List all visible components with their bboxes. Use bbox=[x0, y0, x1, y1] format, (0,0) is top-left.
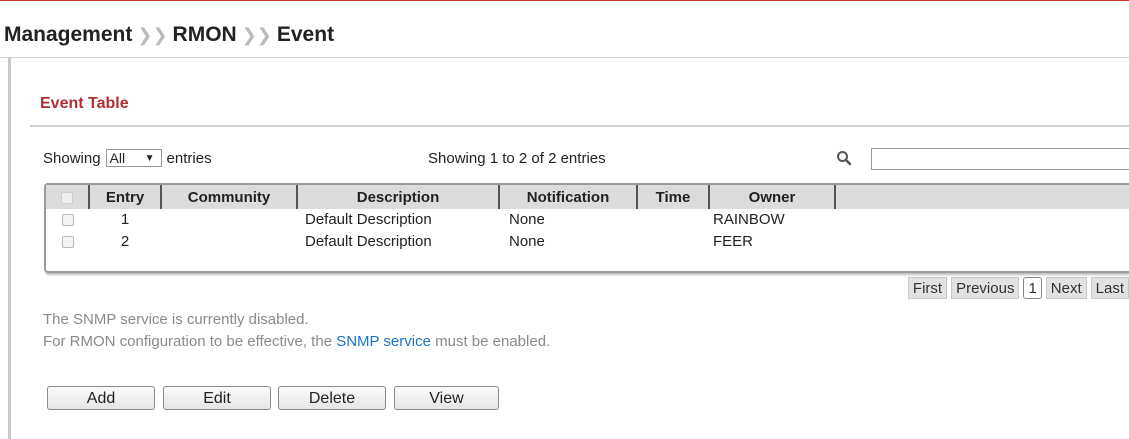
note-text-pre: For RMON configuration to be effective, … bbox=[43, 333, 337, 350]
delete-button[interactable]: Delete bbox=[278, 386, 386, 410]
cell-time bbox=[637, 231, 709, 253]
snmp-disabled-note: The SNMP service is currently disabled. bbox=[43, 311, 309, 328]
table-summary: Showing 1 to 2 of 2 entries bbox=[428, 150, 606, 167]
section-title: Event Table bbox=[40, 95, 129, 112]
row-select-cell[interactable] bbox=[46, 231, 89, 253]
snmp-service-link[interactable]: SNMP service bbox=[336, 333, 431, 350]
breadcrumb-separator-icon: ❯❯ bbox=[241, 25, 272, 45]
pagination-previous[interactable]: Previous bbox=[951, 277, 1020, 299]
cell-notification: None bbox=[509, 211, 545, 228]
table-header-filler bbox=[832, 185, 1129, 209]
cell-notification: None bbox=[509, 233, 545, 250]
select-all-header[interactable] bbox=[46, 185, 90, 209]
cell-entry: 1 bbox=[120, 211, 130, 228]
breadcrumb-separator-icon: ❯❯ bbox=[137, 25, 168, 45]
cell-community bbox=[161, 209, 297, 231]
section-divider bbox=[30, 125, 1129, 127]
showing-suffix: entries bbox=[166, 149, 212, 167]
view-button[interactable]: View bbox=[394, 386, 499, 410]
column-description[interactable]: Description bbox=[297, 185, 500, 209]
table-row[interactable]: 2 Default Description None FEER bbox=[46, 231, 835, 253]
pagination-current-page[interactable]: 1 bbox=[1023, 277, 1042, 299]
breadcrumb-item-management: Management bbox=[4, 23, 133, 46]
note-text-post: must be enabled. bbox=[430, 333, 551, 350]
event-table-grid: Entry Community Description Notification… bbox=[46, 185, 836, 253]
column-community[interactable]: Community bbox=[161, 185, 298, 209]
column-owner[interactable]: Owner bbox=[709, 185, 836, 209]
table-header-row: Entry Community Description Notification… bbox=[46, 185, 836, 209]
top-accent-rule bbox=[0, 0, 1129, 1]
cell-time bbox=[637, 209, 709, 231]
cell-description: Default Description bbox=[305, 211, 432, 228]
snmp-requirement-note: For RMON configuration to be effective, … bbox=[43, 333, 550, 350]
breadcrumb-item-rmon: RMON bbox=[172, 23, 237, 46]
search-icon bbox=[837, 151, 852, 166]
entries-length-control: Showing All ▼ entries bbox=[43, 149, 212, 167]
event-table: Entry Community Description Notification… bbox=[44, 183, 1129, 273]
entries-select-value: All bbox=[109, 150, 126, 166]
entries-select[interactable]: All ▼ bbox=[105, 149, 162, 167]
table-row[interactable]: 1 Default Description None RAINBOW bbox=[46, 209, 835, 231]
row-checkbox[interactable] bbox=[61, 214, 74, 227]
row-select-cell[interactable] bbox=[46, 209, 89, 231]
left-rule bbox=[8, 58, 11, 439]
column-time[interactable]: Time bbox=[637, 185, 710, 209]
pagination-first[interactable]: First bbox=[907, 277, 948, 299]
cell-owner: FEER bbox=[713, 233, 754, 250]
cell-description: Default Description bbox=[305, 233, 432, 250]
pagination-last[interactable]: Last bbox=[1090, 277, 1129, 299]
pagination-next[interactable]: Next bbox=[1045, 277, 1087, 299]
cell-owner: RAINBOW bbox=[713, 211, 785, 228]
cell-entry: 2 bbox=[120, 233, 130, 250]
add-button[interactable]: Add bbox=[47, 386, 155, 410]
pagination: First Previous 1 Next Last bbox=[907, 277, 1129, 299]
search-input[interactable] bbox=[871, 148, 1129, 170]
edit-button[interactable]: Edit bbox=[163, 386, 271, 410]
triangle-down-icon: ▼ bbox=[144, 152, 155, 164]
breadcrumb: Management ❯❯ RMON ❯❯ Event bbox=[0, 22, 1129, 58]
breadcrumb-item-event: Event bbox=[276, 23, 335, 46]
column-entry[interactable]: Entry bbox=[89, 185, 162, 209]
cell-community bbox=[161, 231, 297, 253]
select-all-checkbox[interactable] bbox=[61, 191, 73, 204]
showing-prefix: Showing bbox=[43, 149, 101, 167]
row-checkbox[interactable] bbox=[61, 236, 74, 249]
column-notification[interactable]: Notification bbox=[499, 185, 638, 209]
